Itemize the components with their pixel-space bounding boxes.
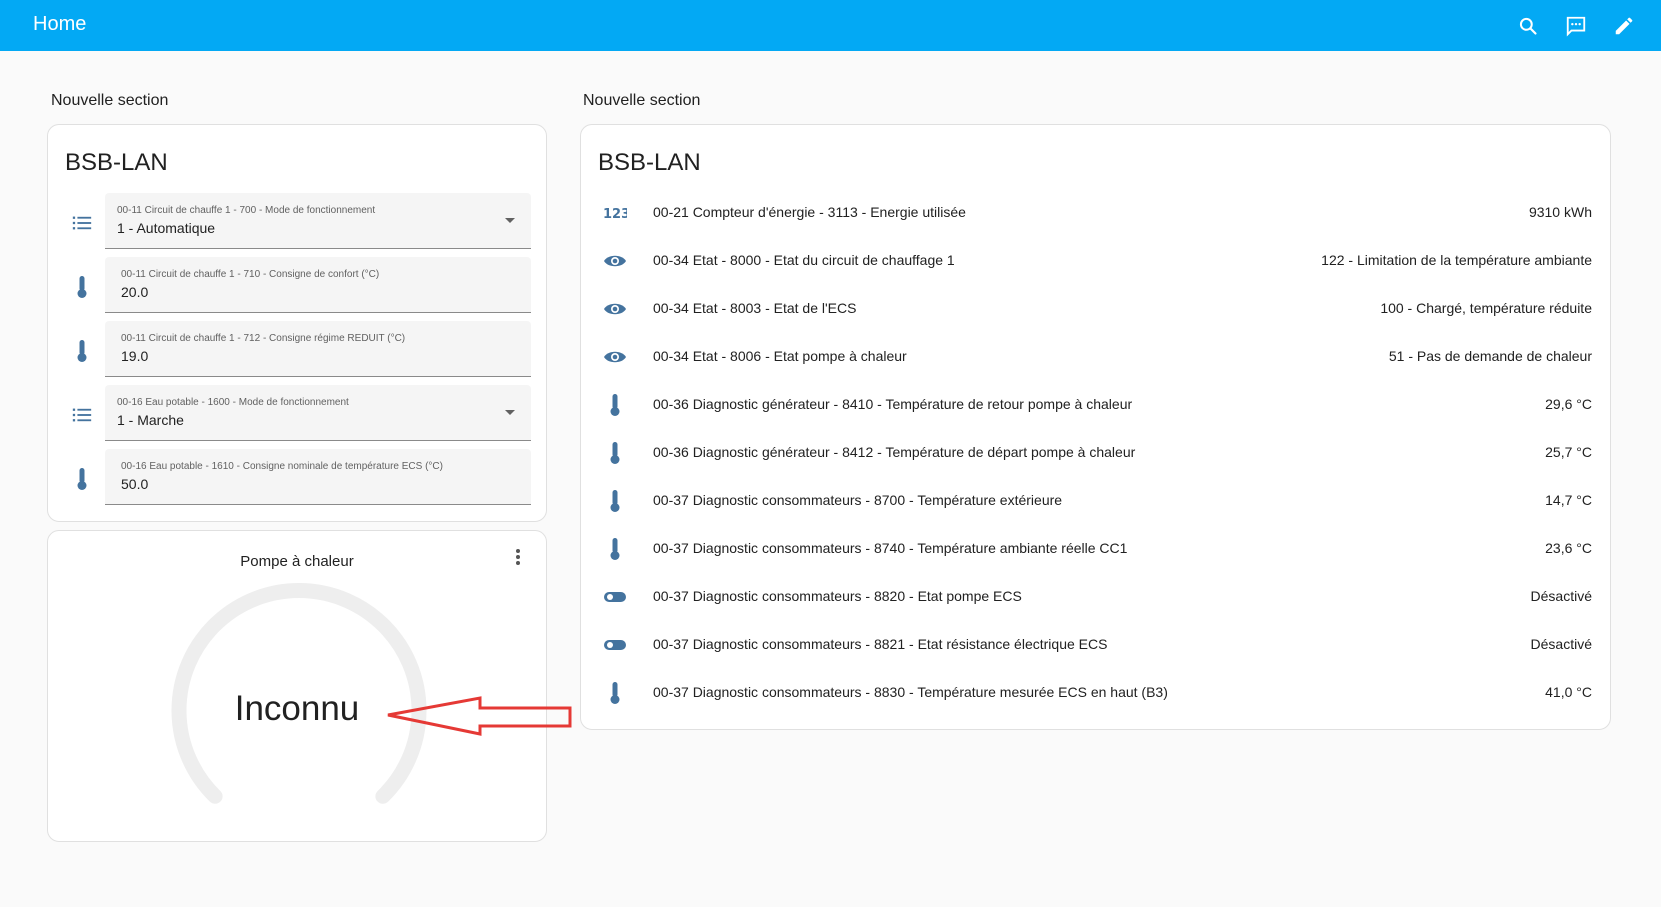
entity-row[interactable]: 00-34 Etat - 8006 - Etat pompe à chaleur… bbox=[581, 333, 1608, 381]
entity-state: 41,0 °C bbox=[1545, 684, 1592, 700]
thermometer-icon bbox=[603, 393, 627, 417]
annotation-arrow bbox=[387, 696, 572, 736]
entity-state: 23,6 °C bbox=[1545, 540, 1592, 556]
search-icon[interactable] bbox=[1513, 11, 1543, 41]
input-consigne-ecs[interactable]: 00-16 Eau potable - 1610 - Consigne nomi… bbox=[105, 449, 531, 505]
assist-chat-icon[interactable] bbox=[1561, 11, 1591, 41]
thermometer-icon bbox=[603, 441, 627, 465]
entity-row[interactable]: 00-36 Diagnostic générateur - 8412 - Tem… bbox=[581, 429, 1608, 477]
entity-row[interactable]: 00-37 Diagnostic consommateurs - 8700 - … bbox=[581, 477, 1608, 525]
entity-row[interactable]: 00-34 Etat - 8003 - Etat de l'ECS 100 - … bbox=[581, 285, 1608, 333]
entity-name: 00-37 Diagnostic consommateurs - 8740 - … bbox=[653, 540, 1128, 556]
pencil-icon[interactable] bbox=[1609, 11, 1639, 41]
entity-state: 51 - Pas de demande de chaleur bbox=[1388, 348, 1592, 364]
top-app-bar: Home bbox=[0, 0, 1661, 51]
entity-state: 100 - Chargé, température réduite bbox=[1380, 300, 1592, 316]
right-section-title: Nouvelle section bbox=[583, 92, 701, 109]
entity-name: 00-34 Etat - 8003 - Etat de l'ECS bbox=[653, 300, 857, 316]
toggle-icon bbox=[603, 633, 627, 657]
counter-icon: 123 bbox=[603, 201, 627, 225]
field-value: 1 - Automatique bbox=[117, 220, 216, 236]
svg-text:123: 123 bbox=[603, 207, 627, 220]
entity-row[interactable]: 00-36 Diagnostic générateur - 8410 - Tem… bbox=[581, 381, 1608, 429]
entity-state: Désactivé bbox=[1530, 588, 1592, 604]
thermometer-icon bbox=[603, 537, 627, 561]
eye-icon bbox=[603, 345, 627, 369]
chevron-down-icon[interactable] bbox=[505, 410, 515, 415]
bsb-lan-entities-card: BSB-LAN 123 00-21 Compteur d'énergie - 3… bbox=[580, 124, 1611, 730]
toggle-icon bbox=[603, 585, 627, 609]
eye-icon bbox=[603, 297, 627, 321]
chevron-down-icon[interactable] bbox=[505, 218, 515, 223]
entity-name: 00-37 Diagnostic consommateurs - 8820 - … bbox=[653, 588, 1022, 604]
entity-name: 00-37 Diagnostic consommateurs - 8830 - … bbox=[653, 684, 1168, 700]
select-mode-eau-potable[interactable]: 00-16 Eau potable - 1600 - Mode de fonct… bbox=[105, 385, 531, 441]
page-title: Home bbox=[33, 13, 87, 35]
toolbar-actions bbox=[1513, 11, 1639, 41]
select-mode-circuit-1[interactable]: 00-11 Circuit de chauffe 1 - 700 - Mode … bbox=[105, 193, 531, 249]
entity-name: 00-34 Etat - 8006 - Etat pompe à chaleur bbox=[653, 348, 907, 364]
field-value: 1 - Marche bbox=[117, 412, 184, 428]
field-value: 19.0 bbox=[121, 348, 149, 364]
entity-row[interactable]: 123 00-21 Compteur d'énergie - 3113 - En… bbox=[581, 189, 1608, 237]
gauge-card-pompe[interactable]: Pompe à chaleur Inconnu bbox=[47, 530, 547, 842]
gauge-arc bbox=[171, 583, 427, 804]
field-value: 20.0 bbox=[121, 284, 149, 300]
field-label: 00-16 Eau potable - 1600 - Mode de fonct… bbox=[117, 397, 349, 408]
entity-row[interactable]: 00-34 Etat - 8000 - Etat du circuit de c… bbox=[581, 237, 1608, 285]
entity-name: 00-37 Diagnostic consommateurs - 8700 - … bbox=[653, 492, 1063, 508]
list-icon bbox=[70, 211, 94, 235]
entity-name: 00-36 Diagnostic générateur - 8412 - Tem… bbox=[653, 444, 1136, 460]
entity-row[interactable]: 00-37 Diagnostic consommateurs - 8821 - … bbox=[581, 621, 1608, 669]
thermometer-icon bbox=[603, 681, 627, 705]
entity-name: 00-34 Etat - 8000 - Etat du circuit de c… bbox=[653, 252, 955, 268]
thermometer-icon bbox=[603, 489, 627, 513]
field-label: 00-16 Eau potable - 1610 - Consigne nomi… bbox=[121, 461, 443, 472]
entity-row[interactable]: 00-37 Diagnostic consommateurs - 8830 - … bbox=[581, 669, 1608, 717]
entity-name: 00-36 Diagnostic générateur - 8410 - Tem… bbox=[653, 396, 1133, 412]
card-title: BSB-LAN bbox=[598, 149, 701, 176]
field-label: 00-11 Circuit de chauffe 1 - 712 - Consi… bbox=[121, 333, 406, 344]
list-icon bbox=[70, 403, 94, 427]
input-consigne-confort[interactable]: 00-11 Circuit de chauffe 1 - 710 - Consi… bbox=[105, 257, 531, 313]
field-label: 00-11 Circuit de chauffe 1 - 710 - Consi… bbox=[121, 269, 380, 280]
thermometer-icon bbox=[70, 275, 94, 299]
entity-state: 122 - Limitation de la température ambia… bbox=[1321, 252, 1592, 268]
entity-state: Désactivé bbox=[1530, 636, 1592, 652]
left-section-title: Nouvelle section bbox=[51, 92, 169, 109]
entity-state: 29,6 °C bbox=[1545, 396, 1592, 412]
entity-state: 9310 kWh bbox=[1528, 204, 1592, 220]
entity-name: 00-21 Compteur d'énergie - 3113 - Energi… bbox=[653, 204, 966, 220]
thermometer-icon bbox=[70, 339, 94, 363]
field-value: 50.0 bbox=[121, 476, 149, 492]
entity-state: 25,7 °C bbox=[1545, 444, 1592, 460]
entity-state: 14,7 °C bbox=[1545, 492, 1592, 508]
field-label: 00-11 Circuit de chauffe 1 - 700 - Mode … bbox=[117, 205, 376, 216]
entity-name: 00-37 Diagnostic consommateurs - 8821 - … bbox=[653, 636, 1108, 652]
thermometer-icon bbox=[70, 467, 94, 491]
entity-row[interactable]: 00-37 Diagnostic consommateurs - 8740 - … bbox=[581, 525, 1608, 573]
bsb-lan-controls-card: BSB-LAN 00-11 Circuit de chauffe 1 - 700… bbox=[47, 124, 547, 522]
entity-row[interactable]: 00-37 Diagnostic consommateurs - 8820 - … bbox=[581, 573, 1608, 621]
card-title: BSB-LAN bbox=[65, 149, 168, 176]
eye-icon bbox=[603, 249, 627, 273]
input-consigne-reduit[interactable]: 00-11 Circuit de chauffe 1 - 712 - Consi… bbox=[105, 321, 531, 377]
